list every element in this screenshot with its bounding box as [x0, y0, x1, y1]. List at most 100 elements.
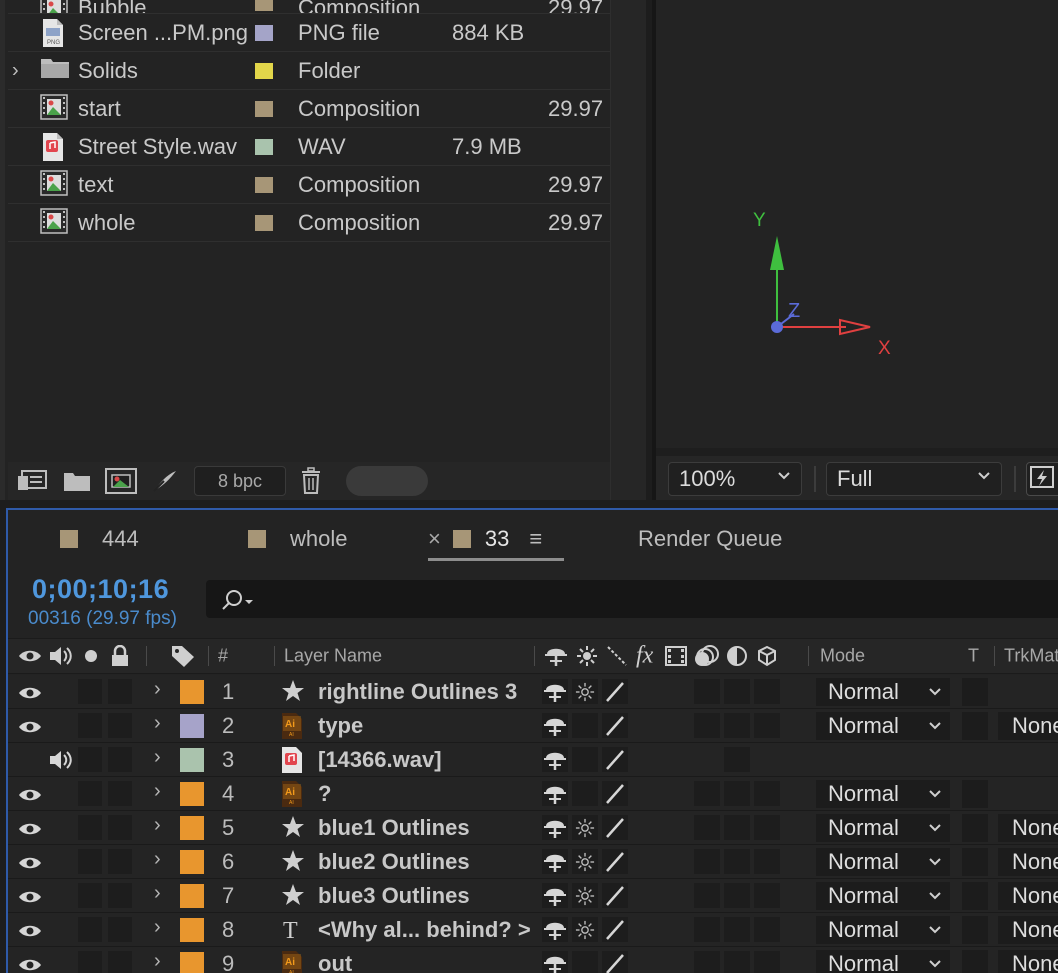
collapse-sun-icon[interactable]	[572, 951, 598, 973]
blend-mode-select[interactable]: Normal	[816, 780, 950, 808]
track-matte-select[interactable]: None	[998, 950, 1058, 973]
solo-toggle[interactable]	[78, 815, 102, 840]
quality-slash-icon[interactable]	[602, 747, 628, 772]
shy-layer-icon[interactable]	[542, 815, 568, 840]
quality-slash-icon[interactable]	[602, 951, 628, 973]
quality-slash-icon[interactable]	[602, 781, 628, 806]
layer-name[interactable]: ?	[318, 781, 331, 807]
audio-switch-box[interactable]	[724, 747, 750, 772]
shy-layer-icon[interactable]	[542, 747, 568, 772]
blend-mode-select[interactable]: Normal	[816, 950, 950, 973]
label-color-swatch[interactable]	[180, 680, 204, 704]
collapse-sun-icon[interactable]	[576, 645, 598, 667]
layer-row[interactable]: › 1 rightline Outlines 3 Normal	[8, 675, 1058, 709]
motion-blur-toggle[interactable]	[694, 917, 720, 942]
magnification-select[interactable]: 100%	[668, 462, 802, 496]
interpret-footage-icon[interactable]	[14, 466, 52, 496]
project-item[interactable]: › Solids Folder	[8, 52, 610, 90]
project-item[interactable]: text Composition 29.97	[8, 166, 610, 204]
quality-slash-icon[interactable]	[602, 883, 628, 908]
solo-toggle[interactable]	[78, 713, 102, 738]
preserve-transparency-toggle[interactable]	[962, 848, 988, 876]
column-track-matte[interactable]: TrkMat	[1004, 646, 1058, 667]
quality-slash-icon[interactable]	[602, 713, 628, 738]
label-color-swatch[interactable]	[180, 952, 204, 973]
quality-slash-icon[interactable]	[602, 679, 628, 704]
motion-blur-toggle[interactable]	[694, 815, 720, 840]
chevron-right-icon[interactable]: ›	[154, 746, 161, 769]
shy-layer-icon[interactable]	[544, 645, 568, 667]
layer-name[interactable]: type	[318, 713, 363, 739]
new-composition-icon[interactable]	[102, 466, 140, 496]
project-flowchart-icon[interactable]	[146, 466, 184, 496]
track-matte-select[interactable]: None	[998, 882, 1058, 910]
adjustment-layer-toggle[interactable]	[724, 713, 750, 738]
adjustment-layer-toggle[interactable]	[724, 917, 750, 942]
collapse-sun-icon[interactable]	[572, 781, 598, 806]
project-item[interactable]: Bubble Composition 29.97	[8, 0, 610, 14]
project-item[interactable]: Street Style.wav WAV 7.9 MB	[8, 128, 610, 166]
layer-search-input[interactable]	[206, 580, 1058, 618]
video-eye-icon[interactable]	[18, 715, 46, 737]
solo-toggle[interactable]	[78, 747, 102, 772]
tab-render-queue[interactable]: Render Queue	[638, 524, 782, 554]
3d-layer-cube-icon[interactable]	[756, 645, 778, 667]
project-item[interactable]: PNG Screen ...PM.png PNG file 884 KB	[8, 14, 610, 52]
layer-row[interactable]: › 6 blue2 Outlines Normal None	[8, 845, 1058, 879]
lock-toggle[interactable]	[108, 951, 132, 973]
label-color-swatch[interactable]	[255, 176, 273, 193]
tab-comp-whole[interactable]: whole	[248, 524, 347, 554]
tab-close-icon[interactable]: ×	[428, 526, 441, 552]
chevron-right-icon[interactable]: ›	[154, 780, 161, 803]
layer-row[interactable]: › 7 blue3 Outlines Normal None	[8, 879, 1058, 913]
solo-toggle[interactable]	[78, 849, 102, 874]
label-color-swatch[interactable]	[255, 0, 273, 11]
layer-name[interactable]: blue1 Outlines	[318, 815, 470, 841]
viewer-canvas[interactable]: Y Z X	[656, 0, 1058, 448]
track-matte-select[interactable]: None	[998, 916, 1058, 944]
shy-layer-icon[interactable]	[542, 883, 568, 908]
label-tag-icon[interactable]	[170, 644, 196, 668]
solo-dot-icon[interactable]	[83, 648, 99, 664]
shy-layer-icon[interactable]	[542, 679, 568, 704]
label-color-swatch[interactable]	[180, 748, 204, 772]
blend-mode-select[interactable]: Normal	[816, 882, 950, 910]
lock-toggle[interactable]	[108, 917, 132, 942]
3d-layer-toggle[interactable]	[754, 951, 780, 973]
preserve-transparency-toggle[interactable]	[962, 780, 988, 808]
lock-toggle[interactable]	[108, 815, 132, 840]
column-preserve-transparency[interactable]: T	[968, 646, 979, 667]
label-color-swatch[interactable]	[180, 850, 204, 874]
layer-name[interactable]: rightline Outlines 3	[318, 679, 517, 705]
label-color-swatch[interactable]	[180, 918, 204, 942]
lock-toggle[interactable]	[108, 883, 132, 908]
chevron-right-icon[interactable]: ›	[154, 916, 161, 939]
project-item[interactable]: start Composition 29.97	[8, 90, 610, 128]
label-color-swatch[interactable]	[180, 714, 204, 738]
column-layer-name[interactable]: Layer Name	[284, 646, 382, 667]
collapse-sun-icon[interactable]	[572, 883, 598, 908]
collapse-sun-icon[interactable]	[572, 849, 598, 874]
motion-blur-icon[interactable]	[694, 644, 720, 668]
lock-toggle[interactable]	[108, 679, 132, 704]
shy-layer-icon[interactable]	[542, 917, 568, 942]
chevron-right-icon[interactable]: ›	[154, 814, 161, 837]
video-eye-icon[interactable]	[18, 919, 46, 941]
motion-blur-toggle[interactable]	[694, 781, 720, 806]
adjustment-layer-toggle[interactable]	[724, 781, 750, 806]
preserve-transparency-toggle[interactable]	[962, 950, 988, 973]
motion-blur-toggle[interactable]	[694, 679, 720, 704]
adjustment-layer-icon[interactable]	[726, 645, 748, 667]
motion-blur-toggle[interactable]	[694, 883, 720, 908]
adjustment-layer-toggle[interactable]	[724, 815, 750, 840]
tab-comp-444[interactable]: 444	[60, 524, 139, 554]
project-scrollbar[interactable]	[610, 0, 646, 500]
layer-row[interactable]: › 5 blue1 Outlines Normal None	[8, 811, 1058, 845]
chevron-right-icon[interactable]: ›	[154, 678, 161, 701]
solo-toggle[interactable]	[78, 883, 102, 908]
3d-layer-toggle[interactable]	[754, 849, 780, 874]
preserve-transparency-toggle[interactable]	[962, 882, 988, 910]
blend-mode-select[interactable]: Normal	[816, 678, 950, 706]
label-color-swatch[interactable]	[180, 816, 204, 840]
adjustment-layer-toggle[interactable]	[724, 951, 750, 973]
